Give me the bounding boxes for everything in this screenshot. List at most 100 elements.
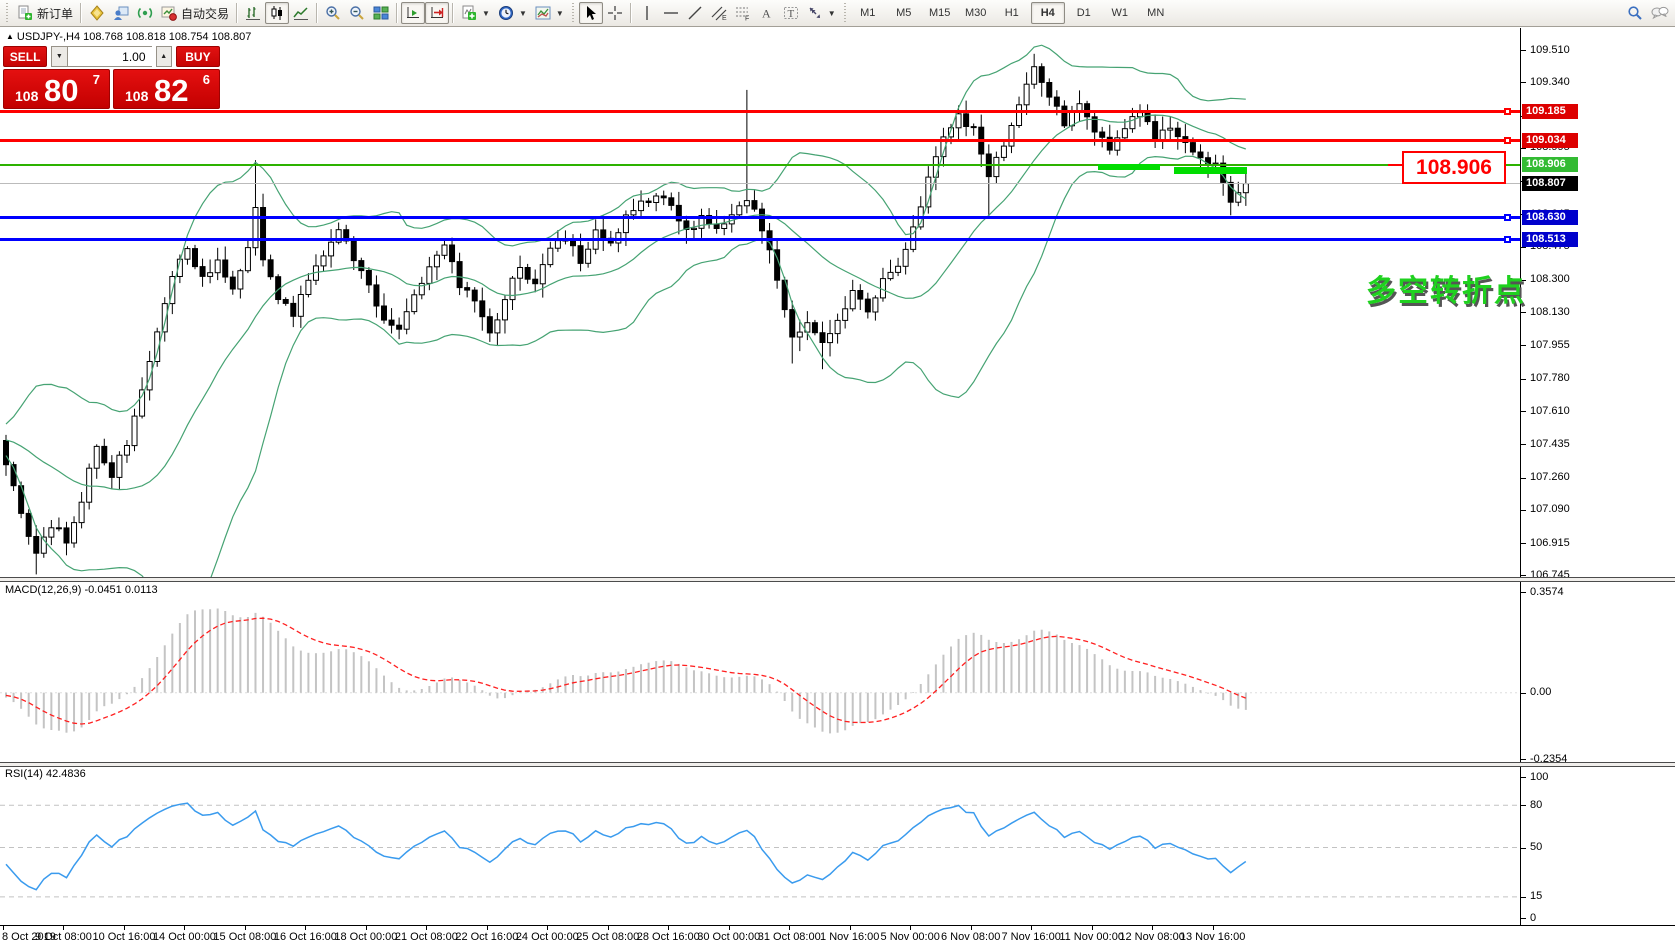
line-chart-button[interactable] (289, 2, 313, 24)
candlestick-chart-button[interactable] (265, 2, 289, 24)
horizontal-line-object[interactable] (0, 164, 1520, 166)
price-line-badge: 109.034 (1522, 133, 1578, 148)
horizontal-line-icon (663, 5, 679, 21)
crosshair-button[interactable] (603, 2, 627, 24)
bar-chart-button[interactable] (241, 2, 265, 24)
news-button[interactable] (133, 2, 157, 24)
rsi-canvas[interactable] (0, 766, 1520, 924)
line-handle[interactable] (1504, 236, 1511, 243)
chat-button[interactable] (1647, 2, 1673, 24)
chevron-down-icon: ▼ (482, 9, 490, 18)
panel-separator[interactable] (0, 577, 1675, 582)
timeframe-m30[interactable]: M30 (959, 2, 993, 24)
auto-scroll-button[interactable] (401, 2, 425, 24)
buy-price-big: 82 (154, 72, 188, 110)
time-axis-label: 30 Oct 00:00 (697, 931, 760, 943)
buy-button[interactable]: BUY (176, 46, 220, 67)
one-click-trading-panel: SELL ▼ ▲ BUY 108 80 7 108 82 6 (3, 46, 220, 109)
periods-button[interactable]: ▼ (494, 2, 531, 24)
svg-text:F: F (745, 16, 749, 22)
indicators-button[interactable]: ▼ (457, 2, 494, 24)
tile-windows-button[interactable] (369, 2, 393, 24)
text-button[interactable]: A (755, 2, 779, 24)
svg-text:T: T (787, 8, 794, 20)
macd-axis-label: 0.00 (1530, 686, 1551, 698)
toolbar-grip[interactable] (571, 3, 576, 23)
toolbar-separator (452, 3, 454, 23)
turning-point-annotation[interactable]: 多空转折点 (1366, 266, 1526, 310)
line-handle[interactable] (1504, 108, 1511, 115)
horizontal-line-button[interactable] (659, 2, 683, 24)
label-button[interactable]: T (779, 2, 803, 24)
panel-separator[interactable] (0, 762, 1675, 767)
chevron-down-icon: ▼ (828, 9, 836, 18)
horizontal-line-object[interactable] (0, 139, 1520, 142)
svg-text:A: A (762, 7, 771, 21)
volume-input[interactable] (68, 46, 152, 67)
fibonacci-button[interactable]: F (731, 2, 755, 24)
sell-button[interactable]: SELL (3, 46, 47, 67)
highlight-zone[interactable] (1174, 167, 1247, 174)
timeframe-m5[interactable]: M5 (887, 2, 921, 24)
templates-icon (535, 5, 551, 21)
buy-price-box[interactable]: 108 82 6 (113, 69, 220, 109)
equidistant-channel-icon: E (711, 5, 727, 21)
macd-canvas[interactable] (0, 581, 1520, 763)
cursor-button[interactable] (579, 2, 603, 24)
auto-trading-button[interactable]: 自动交易 (157, 2, 233, 24)
volume-increase-button[interactable]: ▲ (156, 46, 172, 67)
time-axis-label: 7 Nov 16:00 (1001, 931, 1060, 943)
timeframe-h1[interactable]: H1 (995, 2, 1029, 24)
highlight-zone[interactable] (1098, 164, 1160, 170)
timeframe-d1[interactable]: D1 (1067, 2, 1101, 24)
timeframe-m1[interactable]: M1 (851, 2, 885, 24)
timeframe-h4[interactable]: H4 (1031, 2, 1065, 24)
chart-shift-button[interactable] (425, 2, 449, 24)
chart-shift-icon (429, 5, 445, 21)
cursor-icon (583, 5, 599, 21)
new-order-label: 新订单 (37, 5, 73, 22)
timeframe-m15[interactable]: M15 (923, 2, 957, 24)
toolbar-separator (316, 3, 318, 23)
time-axis-label: 6 Nov 08:00 (941, 931, 1000, 943)
line-handle[interactable] (1504, 137, 1511, 144)
time-axis-label: 10 Oct 16:00 (92, 931, 155, 943)
new-order-button[interactable]: 新订单 (13, 2, 77, 24)
search-button[interactable] (1623, 2, 1647, 24)
trendline-icon (687, 5, 703, 21)
arrows-icon (807, 5, 823, 21)
rsi-axis-label: 80 (1530, 799, 1542, 811)
price-callout-box[interactable]: 108.906 (1402, 151, 1506, 184)
bar-chart-icon (245, 5, 261, 21)
timeframe-w1[interactable]: W1 (1103, 2, 1137, 24)
buy-price-sup: 6 (203, 72, 210, 87)
time-axis-label: 15 Oct 08:00 (213, 931, 276, 943)
line-chart-icon (293, 5, 309, 21)
templates-button[interactable]: ▼ (531, 2, 568, 24)
rsi-axis-label: 50 (1530, 841, 1542, 853)
zoom-out-button[interactable] (345, 2, 369, 24)
horizontal-line-object[interactable] (0, 110, 1520, 113)
metaeditor-button[interactable] (85, 2, 109, 24)
horizontal-line-object[interactable] (0, 216, 1520, 219)
rsi-axis-label: 15 (1530, 890, 1542, 902)
time-axis-label: 25 Oct 08:00 (576, 931, 639, 943)
equidistant-channel-button[interactable]: E (707, 2, 731, 24)
vertical-line-button[interactable] (635, 2, 659, 24)
sell-price-box[interactable]: 108 80 7 (3, 69, 110, 109)
price-axis-label: 107.610 (1530, 405, 1570, 417)
zoom-in-button[interactable] (321, 2, 345, 24)
toolbar-grip[interactable] (5, 3, 10, 23)
line-handle[interactable] (1504, 214, 1511, 221)
text-icon: A (759, 5, 775, 21)
trendline-button[interactable] (683, 2, 707, 24)
arrows-button[interactable]: ▼ (803, 2, 840, 24)
profile-button[interactable] (109, 2, 133, 24)
price-axis-label: 107.090 (1530, 503, 1570, 515)
horizontal-line-object[interactable] (0, 238, 1520, 241)
profile-icon (113, 5, 129, 21)
timeframe-mn[interactable]: MN (1139, 2, 1173, 24)
toolbar-grip[interactable] (843, 3, 848, 23)
volume-decrease-button[interactable]: ▼ (51, 46, 67, 67)
price-axis-border (1520, 28, 1521, 925)
